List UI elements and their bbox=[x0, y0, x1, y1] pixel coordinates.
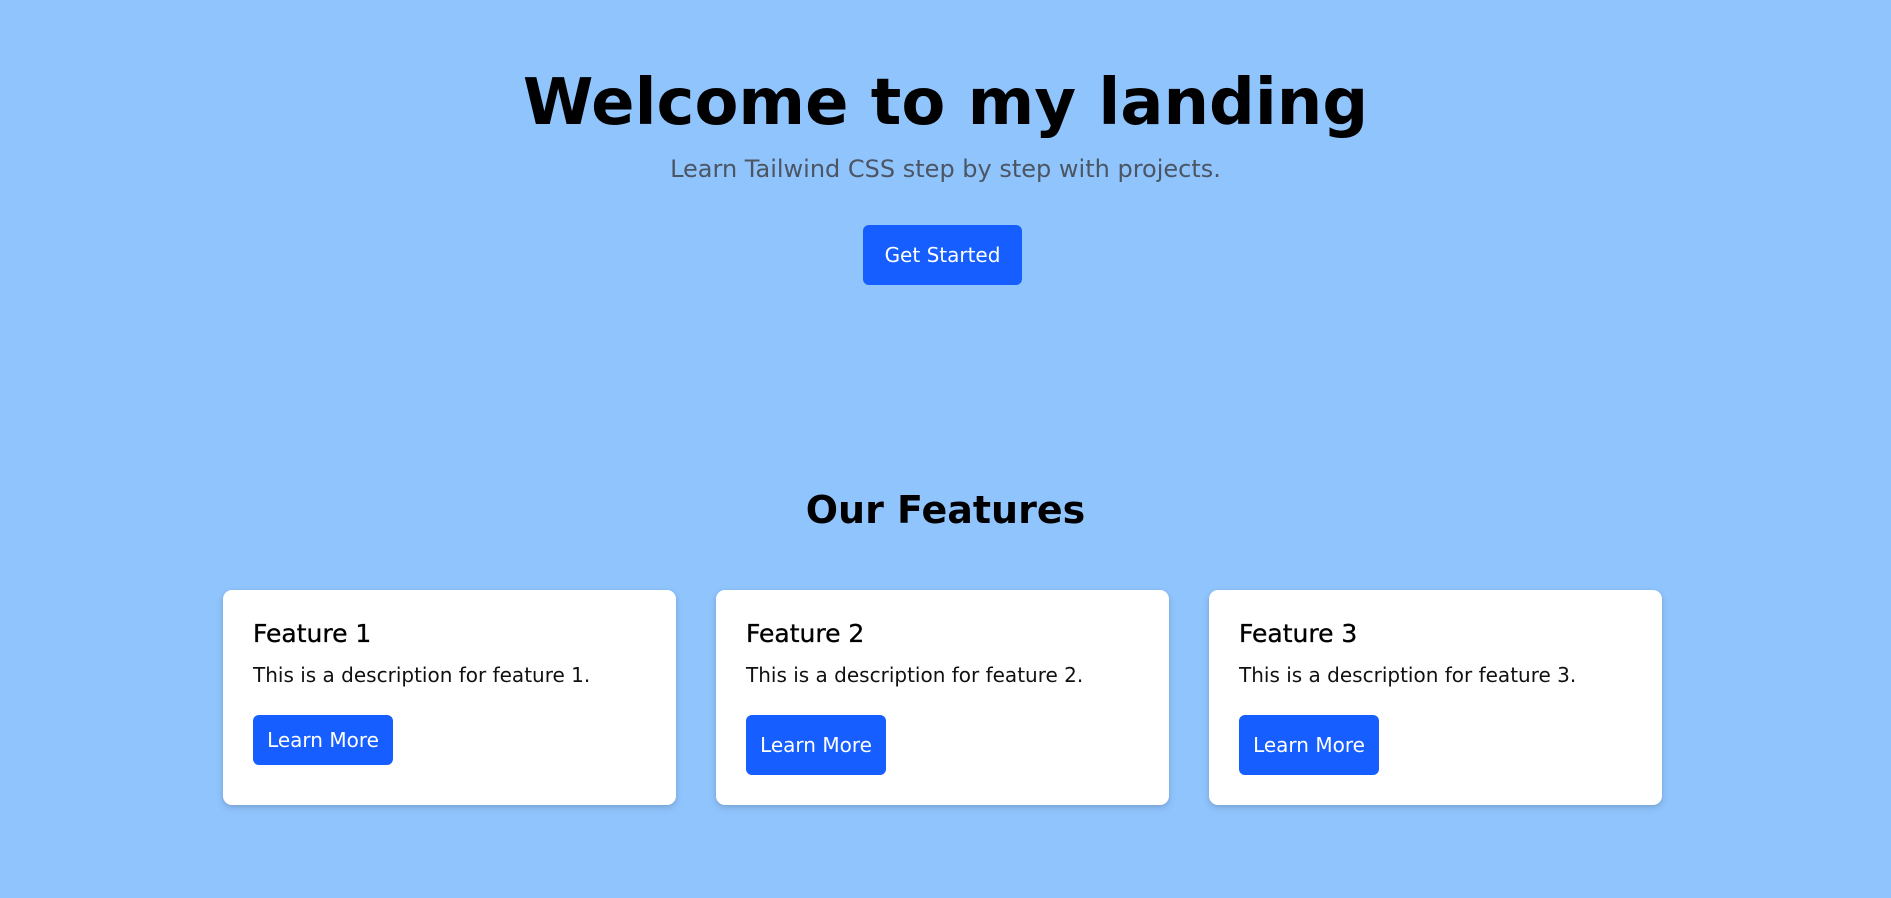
learn-more-button-1[interactable]: Learn More bbox=[253, 715, 393, 765]
feature-card-3: Feature 3 This is a description for feat… bbox=[1209, 590, 1662, 805]
feature-card-2: Feature 2 This is a description for feat… bbox=[716, 590, 1169, 805]
hero-subtitle: Learn Tailwind CSS step by step with pro… bbox=[670, 155, 1221, 183]
get-started-button[interactable]: Get Started bbox=[863, 225, 1022, 285]
features-heading: Our Features bbox=[805, 488, 1086, 532]
landing-page: Welcome to my landing Learn Tailwind CSS… bbox=[0, 0, 1891, 898]
feature-card-description: This is a description for feature 2. bbox=[746, 663, 1084, 687]
feature-card-title: Feature 1 bbox=[253, 619, 372, 648]
feature-card-1: Feature 1 This is a description for feat… bbox=[223, 590, 676, 805]
learn-more-button-2[interactable]: Learn More bbox=[746, 715, 886, 775]
learn-more-button-3[interactable]: Learn More bbox=[1239, 715, 1379, 775]
feature-card-description: This is a description for feature 1. bbox=[253, 663, 591, 687]
feature-card-description: This is a description for feature 3. bbox=[1239, 663, 1577, 687]
feature-card-title: Feature 3 bbox=[1239, 619, 1358, 648]
feature-card-title: Feature 2 bbox=[746, 619, 865, 648]
hero-title: Welcome to my landing bbox=[522, 66, 1369, 140]
